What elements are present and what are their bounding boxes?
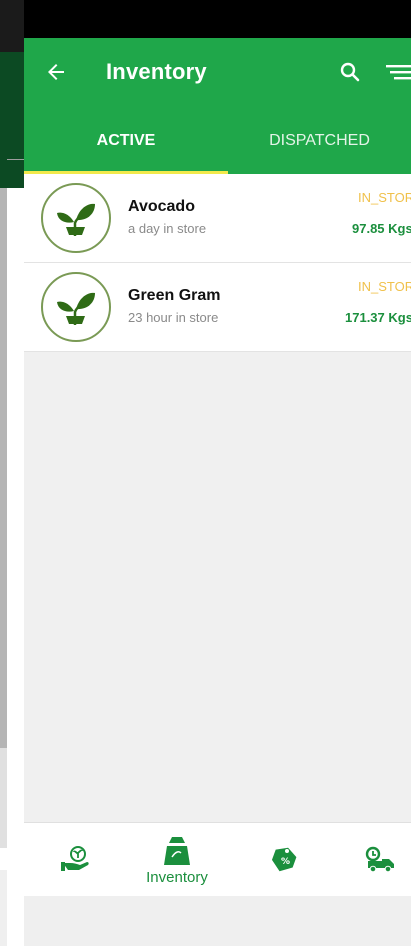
arrow-left-icon	[48, 64, 64, 80]
status-badge: IN_STORE	[358, 190, 411, 205]
tab-active[interactable]: ACTIVE	[24, 108, 228, 174]
background-window-appbar	[0, 52, 24, 188]
status-bar	[24, 0, 411, 38]
tab-dispatched[interactable]: DISPATCHED	[228, 108, 411, 174]
plant-icon	[57, 292, 95, 325]
sack-icon	[164, 836, 190, 865]
item-quantity: 171.37 Kgs	[345, 310, 411, 325]
list-item[interactable]: Avocado a day in store IN_STORE 97.85 Kg…	[24, 174, 411, 263]
bottom-navigation: Inventory %	[24, 822, 411, 897]
item-quantity: 97.85 Kgs	[352, 221, 411, 236]
status-badge: IN_STORE	[358, 279, 411, 294]
nav-item-inventory[interactable]: Inventory	[132, 823, 222, 897]
item-avatar	[41, 183, 111, 253]
list-item[interactable]: Green Gram 23 hour in store IN_STORE 171…	[24, 263, 411, 352]
item-avatar	[41, 272, 111, 342]
page-title: Inventory	[106, 59, 207, 84]
plant-icon	[57, 203, 95, 236]
background-window-divider	[7, 159, 24, 160]
filter-button[interactable]	[384, 52, 411, 92]
price-tag-icon: %	[271, 847, 297, 872]
app-bar: Inventory	[24, 38, 411, 108]
delivery-truck-icon	[365, 846, 394, 873]
item-name: Avocado	[128, 198, 195, 215]
background-window-header	[0, 0, 24, 52]
filter-icon	[386, 65, 411, 80]
background-window-panel	[0, 188, 7, 748]
background-window-strip	[0, 0, 24, 946]
background-window-panel	[0, 870, 7, 946]
nav-item-dispatch[interactable]	[360, 823, 400, 897]
svg-text:%: %	[281, 857, 290, 867]
nav-item-sales[interactable]: %	[264, 823, 304, 897]
nav-label-inventory: Inventory	[146, 868, 208, 886]
search-button[interactable]	[330, 52, 370, 92]
back-button[interactable]	[36, 52, 76, 92]
search-icon	[340, 62, 360, 82]
background-window-panel	[0, 748, 7, 848]
hand-plant-icon	[61, 846, 89, 871]
app-screen: Inventory ACTIVE DISPATCHED Avocado a da…	[24, 0, 411, 946]
item-subtitle: a day in store	[128, 221, 207, 236]
nav-item-farm[interactable]	[56, 823, 96, 897]
system-navigation-bar	[24, 896, 411, 946]
item-name: Green Gram	[128, 287, 221, 304]
tab-bar: ACTIVE DISPATCHED	[24, 108, 411, 174]
item-subtitle: 23 hour in store	[128, 310, 219, 325]
